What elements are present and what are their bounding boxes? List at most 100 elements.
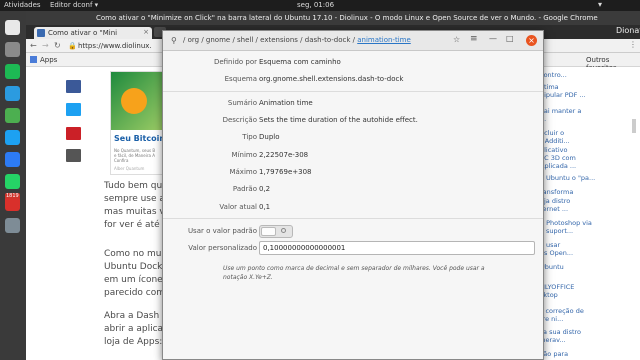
breadcrumb-extensions[interactable]: extensions: [260, 36, 298, 44]
ad-image: [111, 72, 164, 130]
settings-launcher-icon[interactable]: [5, 218, 20, 233]
ad-box[interactable]: Seu Bitcoin No Quantum, seus B e fácil, …: [110, 71, 165, 175]
skype-launcher-icon[interactable]: [5, 86, 20, 101]
hint-text-line-1: Use um ponto como marca de decimal e sem…: [223, 265, 485, 272]
row-label: Padrão: [232, 185, 257, 193]
browser-tab[interactable]: Como ativar o "Mini ×: [34, 27, 152, 39]
row-value: 0,2: [259, 185, 271, 193]
toggle-off-icon: [281, 228, 286, 233]
breadcrumb-sep: /: [255, 36, 258, 44]
window-title-bar: Como ativar o "Minimize on Click" na bar…: [26, 11, 640, 25]
tab-title: Como ativar o "Mini: [48, 29, 118, 37]
clock[interactable]: seg, 01:06: [297, 1, 334, 9]
ad-title: Seu Bitcoin: [114, 134, 166, 143]
sidebar-link[interactable]: Aplicada ...: [540, 162, 576, 170]
chrome-menu-icon[interactable]: ⋮: [629, 40, 637, 49]
row-value: Duplo: [259, 133, 280, 141]
divider: [163, 91, 543, 92]
row-label: Descrição: [222, 116, 257, 124]
update-launcher-icon[interactable]: 1819: [5, 193, 20, 211]
sidebar-link[interactable]: e Photoshop via: [540, 219, 592, 227]
row-label: Sumário: [227, 99, 257, 107]
use-default-label: Usar o valor padrão: [187, 227, 257, 235]
breadcrumb-sep: /: [300, 36, 303, 44]
facebook-share-icon[interactable]: [66, 80, 81, 93]
maximize-icon[interactable]: □: [506, 34, 514, 43]
search-icon[interactable]: ⚲: [171, 36, 177, 45]
twitter-launcher-icon[interactable]: [5, 130, 20, 145]
sidebar-link[interactable]: vai manter a: [540, 107, 581, 115]
row-value: 0,1: [259, 203, 271, 211]
whatsapp-launcher-icon[interactable]: [5, 174, 20, 189]
sidebar-link[interactable]: ternet ...: [540, 205, 568, 213]
sidebar-link[interactable]: ransforma: [540, 188, 573, 196]
terminal-launcher-icon[interactable]: [5, 108, 20, 123]
user-name[interactable]: Dionatan: [616, 26, 640, 35]
article-line: loja de Apps:: [104, 337, 163, 347]
article-line: Tudo bem que: [104, 181, 168, 191]
row-label: Mínimo: [231, 151, 257, 159]
breadcrumb-sep: /: [201, 36, 204, 44]
breadcrumb-animation-time[interactable]: animation-time: [357, 36, 411, 44]
minimize-icon[interactable]: —: [489, 34, 497, 43]
divider: [163, 218, 543, 219]
close-icon[interactable]: ×: [526, 35, 537, 46]
breadcrumb-sep: /: [352, 36, 355, 44]
gnome-top-bar: Atividades Editor dconf ▾ seg, 01:06 ▾: [0, 0, 640, 11]
row-label: Tipo: [242, 133, 257, 141]
email-share-icon[interactable]: [66, 149, 81, 162]
dconf-header-bar: ⚲ / org / gnome / shell / extensions / d…: [163, 31, 543, 51]
breadcrumb-org[interactable]: org: [188, 36, 199, 44]
url-text[interactable]: https://www.diolinux.: [78, 42, 152, 50]
reload-icon[interactable]: ↻: [54, 41, 61, 50]
row-value: 1,79769e+308: [259, 168, 312, 176]
use-default-toggle[interactable]: [259, 225, 293, 238]
files-launcher-icon[interactable]: [5, 42, 20, 57]
sidebar-link[interactable]: contro...: [540, 71, 567, 79]
hint-text-line-2: notação X.Ye+Z.: [223, 274, 273, 281]
breadcrumb-shell[interactable]: shell: [237, 36, 253, 44]
system-menu-icon[interactable]: ▾: [598, 0, 602, 9]
bookmark-apps[interactable]: Apps: [40, 56, 57, 64]
sidebar-link[interactable]: o Ubuntu o "pa...: [540, 174, 595, 182]
breadcrumb-sep: /: [232, 36, 235, 44]
favicon-icon: [37, 29, 45, 37]
app-menu[interactable]: Editor dconf ▾: [50, 1, 98, 9]
custom-value-text: 0,10000000000000001: [263, 244, 346, 252]
back-icon[interactable]: ←: [30, 41, 37, 50]
custom-value-input[interactable]: 0,10000000000000001: [259, 241, 535, 255]
window-title: Como ativar o "Minimize on Click" na bar…: [96, 14, 598, 22]
notification-badge: 1819: [5, 193, 20, 199]
ad-text-3: Confira: [114, 158, 129, 163]
row-value: Animation time: [259, 99, 313, 107]
tab-close-icon[interactable]: ×: [143, 28, 149, 36]
sidebar-link[interactable]: o suport...: [540, 227, 573, 235]
twitter-share-icon[interactable]: [66, 103, 81, 116]
scrollbar-thumb[interactable]: [632, 119, 636, 133]
breadcrumb-gnome[interactable]: gnome: [206, 36, 230, 44]
sidebar-link[interactable]: r Additi...: [540, 137, 570, 145]
sidebar-link[interactable]: SC 3D com: [540, 154, 576, 162]
sidebar-link[interactable]: nipular PDF ...: [540, 91, 586, 99]
row-value: org.gnome.shell.extensions.dash-to-dock: [259, 75, 404, 83]
toggle-knob: [261, 227, 276, 236]
messenger-launcher-icon[interactable]: [5, 152, 20, 167]
sidebar-link[interactable]: eja distro: [540, 197, 570, 205]
bookmark-star-icon[interactable]: ☆: [453, 35, 460, 44]
breadcrumb: / org / gnome / shell / extensions / das…: [183, 36, 411, 44]
sidebar-link[interactable]: s correção de: [540, 307, 584, 315]
hamburger-menu-icon[interactable]: ≡: [470, 34, 478, 44]
sidebar-link[interactable]: NLYOFFICE: [540, 283, 574, 291]
breadcrumb-dash-to-dock[interactable]: dash-to-dock: [305, 36, 351, 44]
apps-icon: [30, 56, 37, 63]
activities-button[interactable]: Atividades: [4, 1, 41, 9]
chrome-launcher-icon[interactable]: [5, 20, 20, 35]
lock-icon: 🔒: [68, 42, 77, 50]
ubuntu-dock: 1819: [0, 11, 26, 360]
sidebar-link[interactable]: plicativo: [540, 146, 567, 154]
row-value: Sets the time duration of the autohide e…: [259, 116, 418, 124]
spotify-launcher-icon[interactable]: [5, 64, 20, 79]
forward-icon[interactable]: →: [42, 41, 49, 50]
pinterest-share-icon[interactable]: [66, 127, 81, 140]
sidebar-link[interactable]: es Open...: [540, 249, 573, 257]
